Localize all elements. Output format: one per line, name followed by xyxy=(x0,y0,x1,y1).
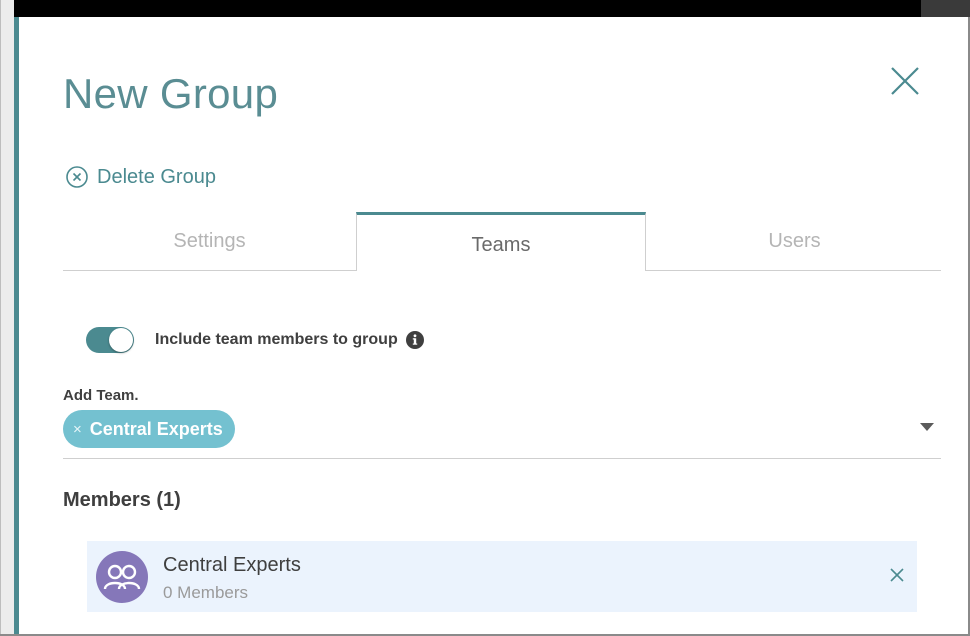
team-select-underline xyxy=(63,458,941,459)
delete-group-button[interactable]: Delete Group xyxy=(65,164,216,190)
tab-settings[interactable]: Settings xyxy=(63,212,356,270)
chip-remove-icon[interactable]: × xyxy=(73,421,82,438)
chip-label: Central Experts xyxy=(89,418,223,439)
include-members-toggle[interactable] xyxy=(86,327,134,353)
toggle-knob xyxy=(109,328,133,352)
members-heading: Members (1) xyxy=(63,489,181,511)
close-icon xyxy=(891,67,919,95)
avatar xyxy=(96,551,148,603)
delete-group-label: Delete Group xyxy=(97,165,216,188)
remove-member-icon[interactable] xyxy=(889,567,905,583)
member-count: 0 Members xyxy=(163,583,249,602)
close-button[interactable] xyxy=(887,63,923,99)
tab-users[interactable]: Users xyxy=(648,212,941,270)
window-left-frame xyxy=(0,0,14,636)
include-members-label: Include team members to group xyxy=(155,331,398,348)
tab-bar: Settings Teams Users xyxy=(63,212,941,271)
tab-teams[interactable]: Teams xyxy=(356,212,646,271)
member-name: Central Experts xyxy=(163,554,301,576)
dialog-title: New Group xyxy=(63,70,279,117)
include-members-row: Include team members to group xyxy=(86,326,424,354)
window-top-bar-segment xyxy=(921,0,970,17)
group-icon xyxy=(103,564,141,590)
list-item: Central Experts 0 Members xyxy=(87,541,917,612)
dialog-accent-bar xyxy=(14,17,19,636)
team-chip: × Central Experts xyxy=(63,410,235,448)
window-top-bar xyxy=(0,0,970,17)
info-icon[interactable] xyxy=(405,331,424,349)
circle-x-icon xyxy=(66,166,88,188)
caret-down-icon[interactable] xyxy=(920,423,934,431)
add-team-label: Add Team. xyxy=(63,387,139,404)
